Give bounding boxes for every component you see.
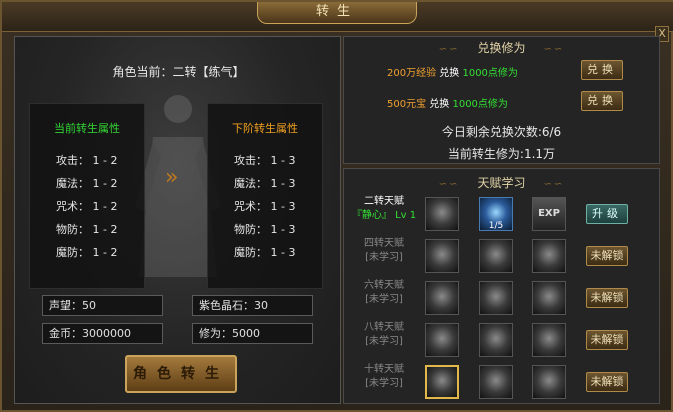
current-magic: 魔法： 1 - 2 xyxy=(56,177,118,190)
talent-name: 六转天赋 xyxy=(364,280,404,291)
tornado-skill-icon[interactable] xyxy=(532,323,566,357)
ornament-left-icon: ∽∽ xyxy=(438,44,460,55)
next-phys-def: 物防： 1 - 3 xyxy=(234,223,296,236)
exchange-header: ∽∽ 兑换修为 ∽∽ xyxy=(344,39,659,57)
current-mag-def: 魔防： 1 - 2 xyxy=(56,246,118,259)
current-curse: 咒术： 1 - 2 xyxy=(56,200,118,213)
orb-skill-icon[interactable] xyxy=(532,281,566,315)
next-attributes-box: 下阶转生属性 攻击： 1 - 3 魔法： 1 - 3 咒术： 1 - 3 物防：… xyxy=(207,103,323,289)
flame-skill-icon[interactable] xyxy=(425,281,459,315)
exchange-gain: 1000点修为 xyxy=(462,68,518,79)
exchange-row-exp: 200万经验 兑换 1000点修为 xyxy=(387,64,518,79)
talent-name: 八转天赋 xyxy=(364,322,404,333)
exchange-cost: 200万经验 xyxy=(387,68,437,79)
talent-status: [未学习] xyxy=(365,294,403,305)
warrior-skill-icon[interactable] xyxy=(425,323,459,357)
current-attributes-box: 当前转生属性 攻击： 1 - 2 魔法： 1 - 2 咒术： 1 - 2 物防：… xyxy=(29,103,145,289)
cultivation-field: 修为：5000 xyxy=(192,323,313,344)
ornament-right-icon: ∽∽ xyxy=(543,44,565,55)
talent-row-label: 六转天赋 [未学习] xyxy=(344,279,424,307)
talent-row-label: 十转天赋 [未学习] xyxy=(344,363,424,391)
locked-button[interactable]: 未解锁 xyxy=(586,330,628,350)
talent-name: 二转天赋 xyxy=(364,196,404,207)
wind-slash-skill-icon[interactable] xyxy=(425,197,459,231)
talent-row-label: 四转天赋 [未学习] xyxy=(344,237,424,265)
rebirth-button[interactable]: 角色转生 xyxy=(125,355,237,393)
beast-skill-icon[interactable] xyxy=(479,281,513,315)
exchange-panel: ∽∽ 兑换修为 ∽∽ 200万经验 兑换 1000点修为 兑换 500元宝 兑换 1… xyxy=(343,36,660,164)
next-mag-def: 魔防： 1 - 3 xyxy=(234,246,296,259)
prestige-field: 声望：50 xyxy=(42,295,163,316)
exchange-ingot-button[interactable]: 兑换 xyxy=(581,91,623,111)
next-magic: 魔法： 1 - 3 xyxy=(234,177,296,190)
character-current-rank: 角色当前：二转【练气】 xyxy=(112,65,245,79)
talent-panel: ∽∽ 天赋学习 ∽∽ 二转天赋 『静心』 Lv 1 1/5 EXP 升级 四转天赋 … xyxy=(343,168,660,404)
window-title: 转生 xyxy=(257,2,417,24)
talent-row-label: 二转天赋 『静心』 Lv 1 xyxy=(344,195,424,223)
title-bar: 转生 xyxy=(2,2,673,32)
talent-name: 十转天赋 xyxy=(364,364,404,375)
exchange-title: 兑换修为 xyxy=(477,41,526,55)
talent-title: 天赋学习 xyxy=(477,176,526,190)
locked-button[interactable]: 未解锁 xyxy=(586,372,628,392)
upgrade-button[interactable]: 升级 xyxy=(586,204,628,224)
claw-skill-icon[interactable] xyxy=(425,239,459,273)
shield-orb-skill-icon[interactable] xyxy=(532,365,566,399)
current-rebirth-cultivation: 当前转生修为:1.1万 xyxy=(447,147,556,161)
rebirth-window: 转生 X 角色当前：二转【练气】 当前转生属性 攻击： 1 - 2 魔法： 1 … xyxy=(0,0,673,412)
purple-crystal-field: 紫色晶石：30 xyxy=(192,295,313,316)
next-curse: 咒术： 1 - 3 xyxy=(234,200,296,213)
exchange-cost: 500元宝 xyxy=(387,99,427,110)
locked-button[interactable]: 未解锁 xyxy=(586,288,628,308)
character-panel: 角色当前：二转【练气】 当前转生属性 攻击： 1 - 2 魔法： 1 - 2 咒… xyxy=(14,36,341,404)
talent-row-label: 八转天赋 [未学习] xyxy=(344,321,424,349)
exchange-gain: 1000点修为 xyxy=(452,99,508,110)
current-phys-def: 物防： 1 - 2 xyxy=(56,223,118,236)
next-attack: 攻击： 1 - 3 xyxy=(234,154,296,167)
talent-status: [未学习] xyxy=(365,252,403,263)
blade-skill-icon[interactable] xyxy=(479,323,513,357)
current-attributes-title: 当前转生属性 xyxy=(54,122,120,135)
ornament-right-icon: ∽∽ xyxy=(543,179,565,190)
spirit-skill-icon[interactable] xyxy=(479,365,513,399)
exchange-row-ingot: 500元宝 兑换 1000点修为 xyxy=(387,95,508,110)
monk-skill-icon[interactable] xyxy=(532,239,566,273)
arrow-right-icon: » xyxy=(165,165,179,190)
talent-name: 四转天赋 xyxy=(364,238,404,249)
exchange-verb: 兑换 xyxy=(429,99,450,110)
calm-mind-skill-icon[interactable]: 1/5 xyxy=(479,197,513,231)
talent-status: [未学习] xyxy=(365,336,403,347)
exchange-verb: 兑换 xyxy=(439,68,460,79)
exp-skill-icon[interactable]: EXP xyxy=(532,197,566,231)
current-attack: 攻击： 1 - 2 xyxy=(56,154,118,167)
sword-skill-icon[interactable] xyxy=(425,365,459,399)
gold-field: 金币：3000000 xyxy=(42,323,163,344)
locked-button[interactable]: 未解锁 xyxy=(586,246,628,266)
talent-status: 『静心』 Lv 1 xyxy=(351,210,417,221)
talent-header: ∽∽ 天赋学习 ∽∽ xyxy=(344,174,659,192)
exchange-exp-button[interactable]: 兑换 xyxy=(581,60,623,80)
dragon-skill-icon[interactable] xyxy=(479,239,513,273)
talent-status: [未学习] xyxy=(365,378,403,389)
next-attributes-title: 下阶转生属性 xyxy=(232,122,298,135)
skill-level-count: 1/5 xyxy=(488,221,504,231)
ornament-left-icon: ∽∽ xyxy=(438,179,460,190)
remaining-exchanges: 今日剩余兑换次数:6/6 xyxy=(441,125,562,139)
